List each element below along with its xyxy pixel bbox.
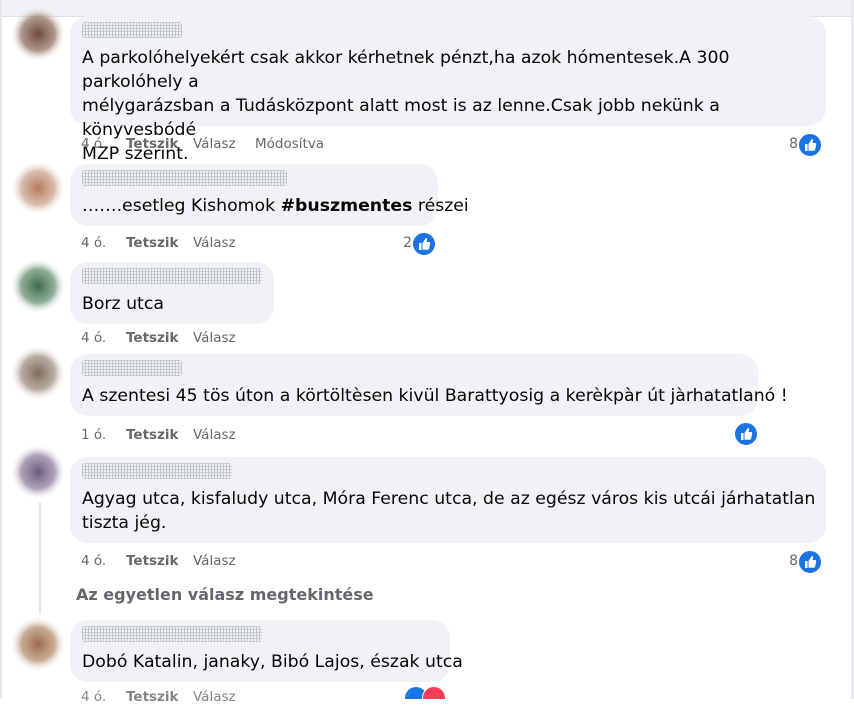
comment-line: tiszta jég. — [82, 513, 167, 533]
thumbs-up-icon — [798, 133, 822, 157]
comment-author[interactable] — [82, 360, 182, 376]
reply-button[interactable]: Válasz — [193, 329, 236, 347]
reply-button[interactable]: Válasz — [193, 426, 236, 444]
view-replies-link[interactable]: Az egyetlen válasz megtekintése — [76, 585, 374, 604]
comment-bubble: A parkolóhelyekért csak akkor kérhetnek … — [70, 16, 826, 164]
comment-bubble: A szentesi 45 tös úton a körtöltèsen kiv… — [70, 354, 788, 416]
comment-actions: 4 ó. Tetszik Válasz — [81, 329, 281, 347]
reaction-number: 8 — [789, 136, 798, 152]
reaction-number: 2 — [403, 235, 412, 251]
left-edge — [0, 0, 2, 699]
reply-button[interactable]: Válasz — [193, 688, 236, 706]
timestamp[interactable]: 4 ó. — [81, 552, 106, 570]
thumbs-up-icon — [798, 550, 822, 574]
comment-bubble: Borz utca — [70, 262, 274, 324]
hashtag-link[interactable]: #buszmentes — [281, 196, 413, 216]
reaction-icons[interactable] — [404, 686, 446, 699]
reaction-number: 8 — [789, 553, 798, 569]
heart-icon — [422, 686, 446, 699]
reaction-count[interactable] — [706, 421, 758, 446]
like-button[interactable]: Tetszik — [126, 426, 179, 444]
avatar[interactable] — [10, 444, 66, 500]
like-button[interactable]: Tetszik — [126, 688, 179, 706]
comment-actions: 4 ó. Tetszik Válasz Módosítva — [81, 135, 381, 153]
avatar[interactable] — [10, 258, 66, 314]
edited-label: Módosítva — [255, 136, 325, 152]
avatar[interactable] — [10, 616, 66, 672]
reaction-count[interactable]: 2 — [384, 231, 436, 256]
thumbs-up-icon — [412, 232, 436, 256]
comment-actions: 4 ó. Tetszik Válasz — [81, 688, 281, 706]
timestamp[interactable]: 4 ó. — [81, 688, 106, 706]
like-button[interactable]: Tetszik — [126, 329, 179, 347]
comment-line: Agyag utca, kisfaludy utca, Móra Ferenc … — [82, 489, 816, 509]
timestamp[interactable]: 4 ó. — [81, 135, 106, 153]
comment-text: Agyag utca, kisfaludy utca, Móra Ferenc … — [82, 487, 815, 535]
comment-text: Borz utca — [82, 294, 164, 314]
comment-author[interactable] — [82, 268, 262, 284]
comment-text-part: részei — [412, 196, 469, 216]
reaction-count[interactable]: 8 — [770, 132, 822, 157]
comment-author[interactable] — [82, 22, 182, 38]
comment-actions: 1 ó. Tetszik Válasz — [81, 426, 281, 444]
avatar[interactable] — [10, 6, 66, 62]
like-button[interactable]: Tetszik — [126, 234, 179, 252]
comment-author[interactable] — [82, 170, 287, 186]
reply-button[interactable]: Válasz — [193, 135, 236, 153]
comment-text: A szentesi 45 tös úton a körtöltèsen kiv… — [82, 386, 788, 406]
comment-author[interactable] — [82, 626, 262, 642]
like-button[interactable]: Tetszik — [126, 135, 179, 153]
reply-button[interactable]: Válasz — [193, 552, 236, 570]
comment-line: A parkolóhelyekért csak akkor kérhetnek … — [82, 48, 730, 92]
reaction-count[interactable]: 8 — [770, 549, 822, 574]
thread-line — [39, 502, 41, 614]
avatar[interactable] — [10, 160, 66, 216]
avatar[interactable] — [10, 345, 66, 401]
comment-bubble: Dobó Katalin, janaky, Bibó Lajos, észak … — [70, 620, 463, 682]
comment-author[interactable] — [82, 463, 232, 479]
like-button[interactable]: Tetszik — [126, 552, 179, 570]
comment-text: Dobó Katalin, janaky, Bibó Lajos, észak … — [82, 652, 463, 672]
timestamp[interactable]: 4 ó. — [81, 329, 106, 347]
comment-bubble: …….esetleg Kishomok #buszmentes részei — [70, 164, 469, 226]
timestamp[interactable]: 4 ó. — [81, 234, 106, 252]
comment-bubble: Agyag utca, kisfaludy utca, Móra Ferenc … — [70, 457, 826, 543]
timestamp[interactable]: 1 ó. — [81, 426, 106, 444]
comment-actions: 4 ó. Tetszik Válasz — [81, 552, 281, 570]
thumbs-up-icon — [734, 422, 758, 446]
top-edge — [0, 0, 854, 17]
comment-text-part: …….esetleg Kishomok — [82, 196, 281, 216]
comment-actions: 4 ó. Tetszik Válasz — [81, 234, 281, 252]
comment-text: …….esetleg Kishomok #buszmentes részei — [82, 194, 469, 218]
reply-button[interactable]: Válasz — [193, 234, 236, 252]
